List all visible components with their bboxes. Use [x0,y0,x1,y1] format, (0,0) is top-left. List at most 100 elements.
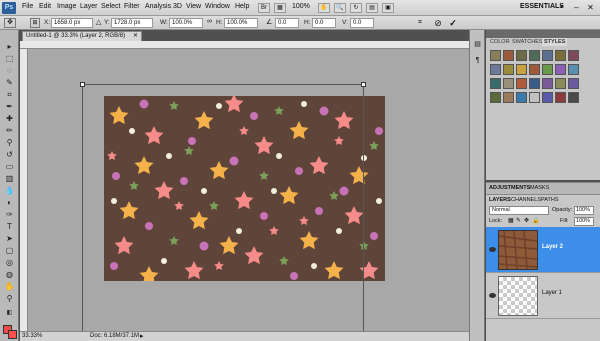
type-tool-icon[interactable]: T [4,222,15,232]
bridge-icon[interactable]: Br [258,3,270,13]
transform-handle[interactable] [361,82,366,87]
menu-help[interactable]: Help [235,3,249,10]
style-swatch[interactable] [555,78,566,89]
chevron-down-icon[interactable]: ▾ [560,3,563,10]
y-position-field[interactable]: 1728.0 px [111,18,153,28]
menu-window[interactable]: Window [205,3,230,10]
cancel-icon[interactable]: ⊘ [432,17,444,29]
paragraph-panel-icon[interactable]: ¶ [473,56,482,65]
tab-styles[interactable]: STYLES [542,38,568,46]
style-swatch[interactable] [503,78,514,89]
style-swatch[interactable] [516,50,527,61]
document-tab[interactable]: Untitled-1 @ 33.3% (Layer 2, RGB/8) ✕ [22,31,142,41]
eye-icon[interactable] [489,247,496,252]
workspace-switcher[interactable]: ESSENTIALS [520,3,564,10]
style-swatch[interactable] [568,78,579,89]
style-swatch[interactable] [555,50,566,61]
path-selection-tool-icon[interactable]: ➤ [4,234,15,244]
screen-mode-icon[interactable]: ▣ [382,3,394,13]
hand-tool-icon[interactable]: ✋ [4,282,15,292]
marquee-tool-icon[interactable]: ⬚ [4,54,15,64]
tab-layers[interactable]: LAYERS [489,197,511,203]
style-swatch[interactable] [568,92,579,103]
x-position-field[interactable]: 1658.0 px [51,18,93,28]
style-swatch[interactable] [490,50,501,61]
minimize-icon[interactable]: – [570,2,583,13]
layer-name[interactable]: Layer 1 [542,290,562,296]
shape-tool-icon[interactable]: ▢ [4,246,15,256]
transform-handle[interactable] [80,82,85,87]
style-swatch[interactable] [516,64,527,75]
opacity-field[interactable]: 100% [574,206,594,215]
style-swatch[interactable] [555,64,566,75]
style-swatch[interactable] [490,78,501,89]
zoom-level-button[interactable]: 100% [292,3,310,10]
layer-row-layer-2[interactable]: Layer 2 [486,227,600,273]
layer-name[interactable]: Layer 2 [542,244,563,250]
link-icon[interactable]: ∞ [207,18,212,25]
extras-icon[interactable]: ▦ [274,3,286,13]
tab-color[interactable]: COLOR [488,38,512,46]
lock-position-icon[interactable]: ✥ [524,217,529,224]
lock-transparent-icon[interactable]: ▦ [508,217,514,224]
clone-stamp-tool-icon[interactable]: ⚲ [4,138,15,148]
history-panel-icon[interactable]: ▤ [473,40,482,49]
background-color-swatch[interactable] [8,330,17,339]
tab-masks[interactable]: MASKS [530,185,549,191]
rotation-angle-field[interactable]: 0.0 [275,18,299,28]
style-swatch[interactable] [529,92,540,103]
eyedropper-tool-icon[interactable]: ✒ [4,102,15,112]
v-skew-field[interactable]: 0.0 [350,18,374,28]
move-tool-icon[interactable]: ✥ [4,18,16,28]
commit-checkmark-icon[interactable]: ✓ [447,17,459,29]
quick-select-tool-icon[interactable]: ✎ [4,78,15,88]
brush-tool-icon[interactable]: ✏ [4,126,15,136]
menu-layer[interactable]: Layer [80,3,98,10]
fill-field[interactable]: 100% [574,217,594,226]
height-field[interactable]: 100.0% [224,18,258,28]
3d-camera-tool-icon[interactable]: ◍ [4,270,15,280]
dodge-tool-icon[interactable]: ◐ [4,198,15,208]
default-colors-icon[interactable]: ◧ [4,308,15,318]
style-swatch[interactable] [516,78,527,89]
eraser-tool-icon[interactable]: ▭ [4,162,15,172]
history-brush-tool-icon[interactable]: ↺ [4,150,15,160]
gradient-tool-icon[interactable]: ▥ [4,174,15,184]
h-skew-field[interactable]: 0.0 [312,18,336,28]
reference-point-icon[interactable]: ⊞ [30,18,40,28]
tab-swatches[interactable]: SWATCHES [510,38,545,46]
eye-icon[interactable] [489,293,496,298]
style-swatch[interactable] [529,78,540,89]
menu-view[interactable]: View [186,3,201,10]
style-swatch[interactable] [542,64,553,75]
crop-tool-icon[interactable]: ⌗ [4,90,15,100]
style-swatch[interactable] [568,64,579,75]
healing-brush-tool-icon[interactable]: ✚ [4,114,15,124]
width-field[interactable]: 100.0% [169,18,203,28]
warp-mode-icon[interactable]: ⌗ [414,18,426,28]
hand-tool-icon[interactable]: ✋ [318,3,330,13]
style-swatch[interactable] [568,50,579,61]
style-swatch[interactable] [490,92,501,103]
zoom-tool-icon[interactable]: ⚲ [4,294,15,304]
menu-3d[interactable]: 3D [173,3,182,10]
blend-mode-select[interactable]: Normal [489,206,549,215]
style-swatch[interactable] [529,50,540,61]
lock-all-icon[interactable]: 🔒 [532,217,539,224]
style-swatch[interactable] [503,92,514,103]
zoom-level-field[interactable]: 33.33% [22,333,42,339]
blur-tool-icon[interactable]: 💧 [4,186,15,196]
delta-icon[interactable]: △ [96,18,101,26]
style-swatch[interactable] [503,50,514,61]
menu-file[interactable]: File [22,3,33,10]
lasso-tool-icon[interactable]: ◌ [4,66,15,76]
rotate-view-icon[interactable]: ↻ [350,3,362,13]
menu-analysis[interactable]: Analysis [145,3,171,10]
style-swatch[interactable] [516,92,527,103]
menu-edit[interactable]: Edit [39,3,51,10]
style-swatch[interactable] [529,64,540,75]
layer-row-layer-1[interactable]: Layer 1 [486,273,600,319]
zoom-tool-icon[interactable]: 🔍 [334,3,346,13]
pen-tool-icon[interactable]: ✑ [4,210,15,220]
menu-filter[interactable]: Filter [124,3,140,10]
